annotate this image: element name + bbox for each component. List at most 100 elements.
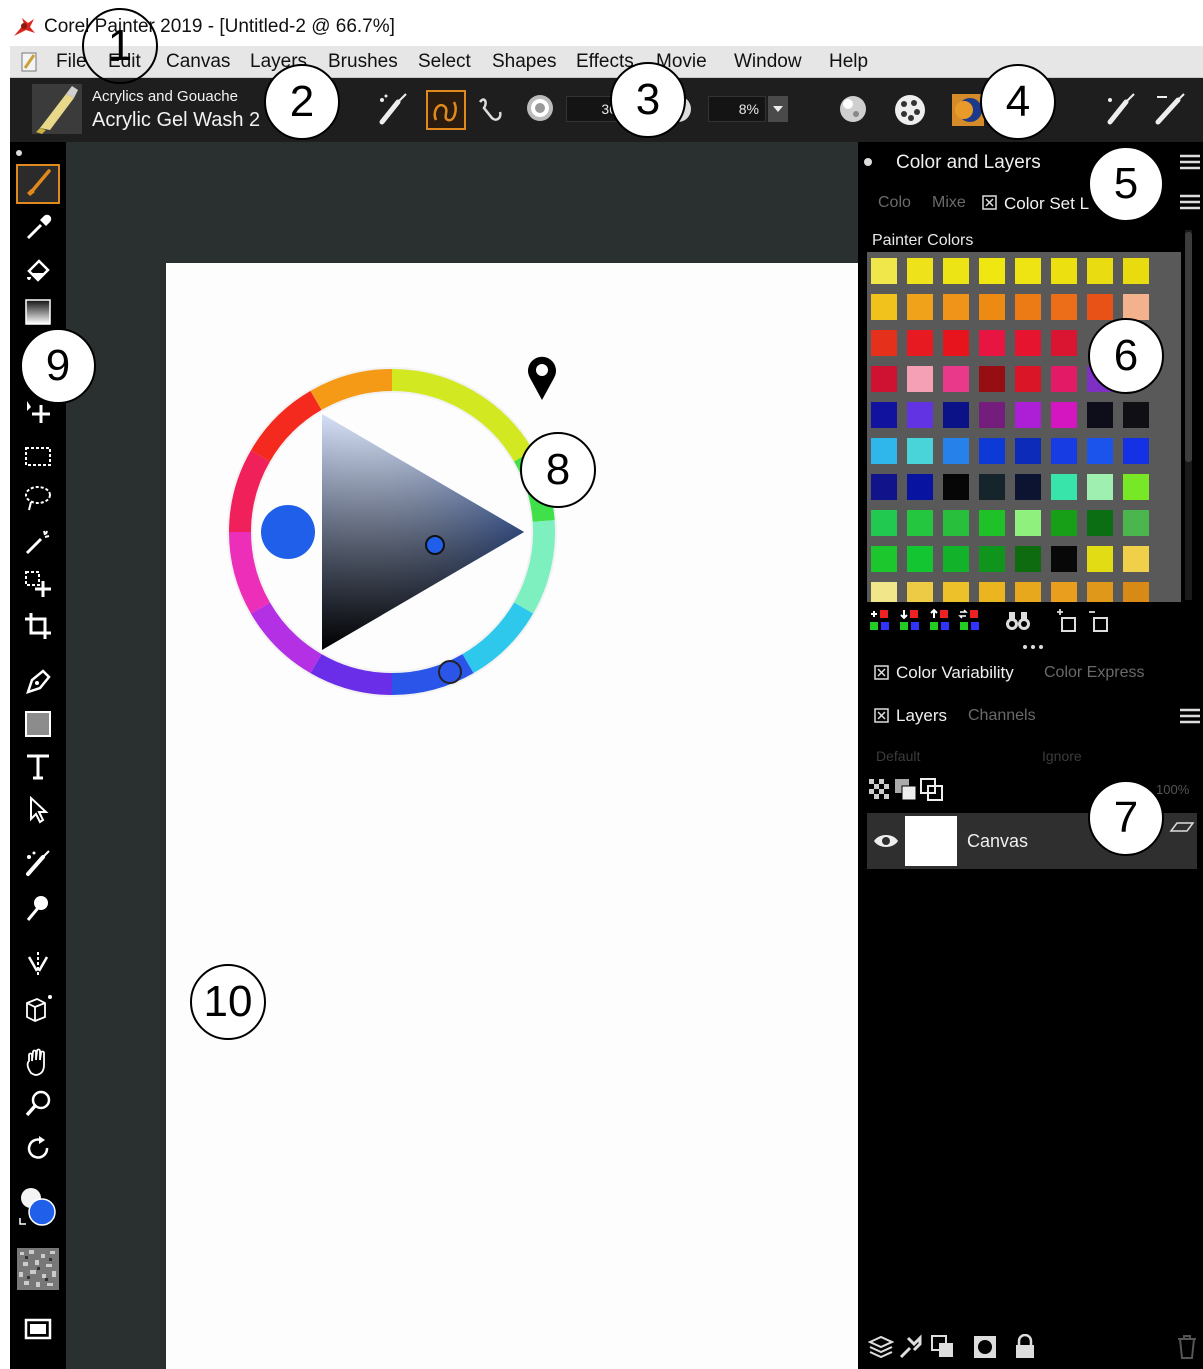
close-tab-icon[interactable] <box>982 195 997 215</box>
brush-size-icon[interactable] <box>524 92 558 131</box>
color-swatch[interactable] <box>979 258 1005 284</box>
color-swatch[interactable] <box>1087 474 1113 500</box>
enlarge-swatches-icon[interactable] <box>1054 608 1080 639</box>
pick-up-underlying-color-icon[interactable] <box>894 778 918 807</box>
layer-properties-icon[interactable] <box>867 1334 895 1365</box>
color-swatch[interactable] <box>943 258 969 284</box>
color-swatch[interactable] <box>943 510 969 536</box>
color-swatch[interactable] <box>943 582 969 602</box>
color-swatch[interactable] <box>1051 294 1077 320</box>
rectangular-selection-tool[interactable] <box>16 438 60 478</box>
color-swatch[interactable] <box>907 402 933 428</box>
color-swatch[interactable] <box>871 366 897 392</box>
tab-layers[interactable]: Layers <box>896 706 947 726</box>
menu-window[interactable]: Window <box>734 51 802 73</box>
close-layers-icon[interactable] <box>874 708 889 728</box>
straight-line-stroke-icon[interactable] <box>474 92 508 131</box>
magnifier-tool[interactable] <box>16 1086 60 1126</box>
color-swatch[interactable] <box>871 510 897 536</box>
color-swatch[interactable] <box>871 330 897 356</box>
color-swatch[interactable] <box>1015 366 1041 392</box>
color-swatch[interactable] <box>1015 546 1041 572</box>
mirror-painting-tool[interactable] <box>16 946 60 986</box>
panel-menu-icon[interactable] <box>1180 154 1200 175</box>
delete-layer-trash-icon[interactable] <box>1176 1334 1198 1365</box>
color-set-menu-icon[interactable] <box>1180 194 1200 215</box>
color-swatch[interactable] <box>871 402 897 428</box>
rectangle-shape-tool[interactable] <box>16 706 60 746</box>
freehand-stroke-icon[interactable] <box>426 90 466 130</box>
color-swatch[interactable] <box>979 438 1005 464</box>
color-swatch[interactable] <box>1123 474 1149 500</box>
color-swatch[interactable] <box>979 330 1005 356</box>
color-swatch[interactable] <box>871 258 897 284</box>
screen-mode-tool[interactable] <box>16 1312 60 1352</box>
color-swatch[interactable] <box>871 546 897 572</box>
color-swatch[interactable] <box>907 294 933 320</box>
color-swatch[interactable] <box>907 582 933 602</box>
cloner-tool[interactable] <box>16 846 60 886</box>
brush-library-icon[interactable] <box>1154 92 1188 131</box>
color-swatch[interactable] <box>907 438 933 464</box>
color-swatch[interactable] <box>1015 582 1041 602</box>
color-swatch[interactable] <box>871 474 897 500</box>
export-color-set-icon[interactable] <box>928 608 954 639</box>
opacity-field[interactable]: 8% <box>708 96 766 122</box>
layers-menu-icon[interactable] <box>1180 708 1200 729</box>
find-color-binoculars-icon[interactable] <box>1004 608 1032 639</box>
pen-tool[interactable] <box>16 664 60 704</box>
toolbox-grip[interactable] <box>16 150 22 156</box>
lasso-tool[interactable] <box>16 480 60 520</box>
preserve-transparency-select[interactable]: Ignore <box>1042 748 1082 764</box>
panel-grip[interactable] <box>864 158 872 166</box>
color-swatch[interactable] <box>1087 402 1113 428</box>
color-swatch[interactable] <box>943 438 969 464</box>
new-layer-icon[interactable] <box>930 1334 956 1365</box>
color-swatch[interactable] <box>871 294 897 320</box>
lock-layer-icon[interactable] <box>1014 1333 1036 1365</box>
tab-color[interactable]: Colo <box>878 194 911 212</box>
layer-mask-icon[interactable] <box>972 1334 998 1365</box>
color-swatch[interactable] <box>943 330 969 356</box>
brush-tool[interactable] <box>16 164 60 204</box>
remove-color-from-set-icon[interactable] <box>898 608 924 639</box>
shrink-swatches-icon[interactable] <box>1086 608 1112 639</box>
document-icon[interactable] <box>20 51 40 78</box>
color-swatch[interactable] <box>1015 294 1041 320</box>
color-swatch[interactable] <box>979 510 1005 536</box>
color-swatch[interactable] <box>1087 546 1113 572</box>
color-swatch[interactable] <box>1051 402 1077 428</box>
color-swatch[interactable] <box>1051 330 1077 356</box>
close-color-variability-icon[interactable] <box>874 665 889 685</box>
color-swatch[interactable] <box>907 330 933 356</box>
temporal-color-palette[interactable] <box>222 362 562 702</box>
color-swatch[interactable] <box>979 294 1005 320</box>
menu-shapes[interactable]: Shapes <box>492 51 556 73</box>
paper-texture-icon[interactable] <box>892 92 928 133</box>
paper-selector[interactable] <box>16 1247 60 1294</box>
color-swatch[interactable] <box>1123 258 1149 284</box>
brush-controls-icon[interactable] <box>1104 92 1138 131</box>
color-swatch[interactable] <box>979 402 1005 428</box>
color-swatch[interactable] <box>907 258 933 284</box>
menu-select[interactable]: Select <box>418 51 471 73</box>
color-swatch[interactable] <box>1123 546 1149 572</box>
color-swatch[interactable] <box>1123 510 1149 536</box>
color-swatch[interactable] <box>1087 438 1113 464</box>
color-swatch[interactable] <box>1015 474 1041 500</box>
color-swatch[interactable] <box>1015 330 1041 356</box>
color-swatch[interactable] <box>907 546 933 572</box>
color-swatch[interactable] <box>1051 438 1077 464</box>
tab-channels[interactable]: Channels <box>968 707 1036 725</box>
color-swatch[interactable] <box>1087 582 1113 602</box>
color-swatch[interactable] <box>871 438 897 464</box>
color-swatch[interactable] <box>943 294 969 320</box>
color-swatch[interactable] <box>1015 438 1041 464</box>
perspective-guides-tool[interactable] <box>16 990 60 1030</box>
shape-selection-tool[interactable] <box>16 792 60 832</box>
duplicate-layer-icon[interactable] <box>920 778 944 809</box>
color-swatch[interactable] <box>943 546 969 572</box>
sort-colors-icon[interactable] <box>958 608 984 639</box>
color-swatch[interactable] <box>1015 510 1041 536</box>
color-swatch[interactable] <box>1123 402 1149 428</box>
